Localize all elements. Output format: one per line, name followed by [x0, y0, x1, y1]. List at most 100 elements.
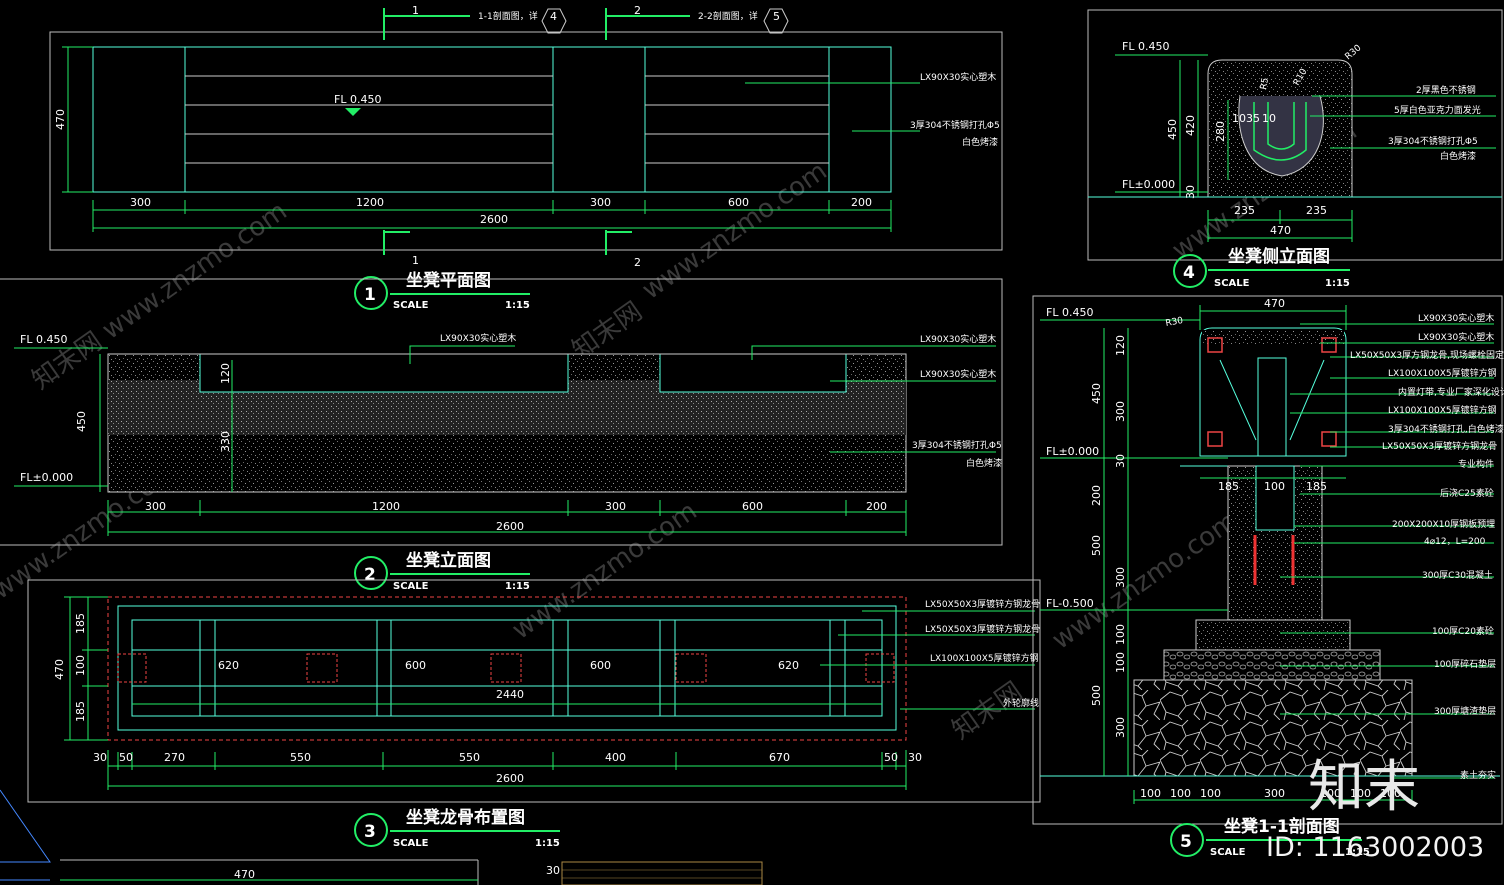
section-height-inner: 30: [1114, 454, 1127, 468]
frame-dim: 50: [884, 751, 898, 764]
section-note: 200X200X10厚钢板预埋: [1392, 518, 1495, 530]
frame-note: LX50X50X3厚镀锌方钢龙骨: [925, 623, 1040, 635]
side-height-dim: 30: [1184, 185, 1197, 199]
section-note: 4⌀12，L=200: [1424, 537, 1486, 547]
view-number: 5: [1180, 832, 1192, 852]
section-height-outer: 450: [1090, 383, 1103, 404]
cut-1-bottom: 1: [412, 254, 419, 267]
view-number: 4: [1183, 263, 1195, 283]
side-dim: 235: [1234, 204, 1255, 217]
frame-height-part: 100: [74, 655, 87, 676]
section-height-inner: 100: [1114, 624, 1127, 645]
elev-note: LX90X30实心塑木: [920, 368, 996, 380]
section-base-dim: 100: [1200, 787, 1221, 800]
scale-value: 1:15: [1325, 278, 1350, 289]
section-note: 素土夯实: [1460, 769, 1496, 781]
section-height-outer: 500: [1090, 685, 1103, 706]
scale-value: 1:15: [505, 581, 530, 592]
elev-height-dim: 330: [219, 431, 232, 452]
frame-note: 外轮廓线: [1003, 697, 1039, 709]
plan-note: 白色烤漆: [962, 136, 998, 148]
section-height-inner: 300: [1114, 567, 1127, 588]
plan-dim: 300: [590, 196, 611, 209]
watermark-text: www.znzmo.com: [507, 496, 703, 646]
cut-1-ref: 4: [550, 10, 557, 23]
plan-note: LX90X30实心塑木: [920, 71, 996, 83]
brand-logo: 知末: [1308, 755, 1420, 820]
side-height-dim: 450: [1166, 119, 1179, 140]
cut-1-label: 1-1剖面图，详: [478, 10, 538, 22]
plan-total-dim: 2600: [480, 213, 508, 226]
section-view: FL 0.450 FL±0.000 FL-0.500 470 R30 450 2…: [1032, 295, 1504, 858]
section-note: 内置灯带,专业厂家深化设计: [1398, 386, 1504, 398]
elev-dim: 600: [742, 500, 763, 513]
section-height-outer: 200: [1090, 485, 1103, 506]
section-mid-dim: 185: [1306, 480, 1327, 493]
watermark-text: www.znzmo.com: [97, 196, 293, 346]
drawing-canvas: www.znzmo.com www.znzmo.com www.znzmo.co…: [0, 4, 1504, 885]
frame-dim: 30: [93, 751, 107, 764]
view-number: 3: [364, 822, 376, 842]
section-level: FL±0.000: [1046, 445, 1099, 458]
plan-height-dim: 470: [54, 109, 67, 130]
frame-dim: 550: [459, 751, 480, 764]
side-note: 白色烤漆: [1440, 150, 1476, 162]
scale-value: 1:15: [505, 300, 530, 311]
view-number: 2: [364, 565, 376, 585]
side-detail-dim: 35: [1246, 112, 1260, 125]
section-note: 300厚塘渣垫层: [1434, 705, 1496, 717]
frame-dim: 400: [605, 751, 626, 764]
section-base-dim: 100: [1170, 787, 1191, 800]
elev-note: 白色烤漆: [966, 457, 1002, 469]
section-note: 100厚C20素砼: [1432, 625, 1494, 637]
side-view: FL 0.450 FL±0.000 450 420 30 280 R30 R5 …: [1087, 9, 1503, 289]
elevation-view: FL 0.450 FL±0.000 450 120 330 300 1200 3…: [0, 278, 1003, 592]
cut-2-top: 2: [634, 4, 641, 17]
elev-dim: 300: [145, 500, 166, 513]
section-note: LX50X50X3厚方钢龙骨,现场螺栓固定: [1350, 349, 1504, 361]
frame-dim: 270: [164, 751, 185, 764]
view-title: 坐凳侧立面图: [1228, 246, 1330, 267]
elev-note: 3厚304不锈钢打孔Φ5: [912, 439, 1002, 451]
section-height-inner: 120: [1114, 335, 1127, 356]
cad-drawing-sheet: www.znzmo.com www.znzmo.com www.znzmo.co…: [0, 0, 1504, 885]
frame-inner-dim: 600: [405, 659, 426, 672]
plan-note: 3厚304不锈钢打孔Φ5: [910, 119, 1000, 131]
side-radius: R5: [1259, 77, 1271, 91]
elev-level-base: FL±0.000: [20, 471, 73, 484]
side-note: 3厚304不锈钢打孔Φ5: [1388, 135, 1478, 147]
image-id: ID: 1163002003: [1266, 832, 1484, 863]
frame-dim: 50: [119, 751, 133, 764]
frame-inner-total: 2440: [496, 688, 524, 701]
section-level: FL 0.450: [1046, 306, 1093, 319]
view-title: 坐凳立面图: [406, 550, 491, 571]
elev-note: LX90X30实心塑木: [920, 333, 996, 345]
fragment-dim: 30: [546, 864, 560, 877]
plan-dim: 600: [728, 196, 749, 209]
plan-level-label: FL 0.450: [334, 93, 381, 106]
side-level-top: FL 0.450: [1122, 40, 1169, 53]
frame-view: 620 600 600 620 2440 470 185 100 185 30 …: [27, 579, 1041, 849]
section-note: LX100X100X5厚镀锌方钢: [1388, 367, 1497, 379]
section-height-inner: 300: [1114, 717, 1127, 738]
section-note: 专业构件: [1458, 458, 1494, 470]
fragment-dim: 470: [234, 868, 255, 881]
frame-height-part: 185: [74, 701, 87, 722]
watermark-text: www.znzmo.com: [637, 156, 833, 306]
section-width: 470: [1264, 297, 1285, 310]
section-radius: R30: [1165, 316, 1184, 329]
frame-dim: 670: [769, 751, 790, 764]
scale-label: SCALE: [393, 838, 429, 849]
section-mid-dim: 100: [1264, 480, 1285, 493]
side-level-base: FL±0.000: [1122, 178, 1175, 191]
cut-2-label: 2-2剖面图，详: [698, 10, 758, 22]
scale-label: SCALE: [393, 300, 429, 311]
plan-dim: 1200: [356, 196, 384, 209]
elev-dim: 200: [866, 500, 887, 513]
elev-height-dim: 450: [75, 411, 88, 432]
section-note: 100厚碎石垫层: [1434, 658, 1496, 670]
elev-note: LX90X30实心塑木: [440, 332, 516, 344]
scale-value: 1:15: [535, 838, 560, 849]
frame-height-dim: 470: [53, 659, 66, 680]
frame-inner-dim: 600: [590, 659, 611, 672]
